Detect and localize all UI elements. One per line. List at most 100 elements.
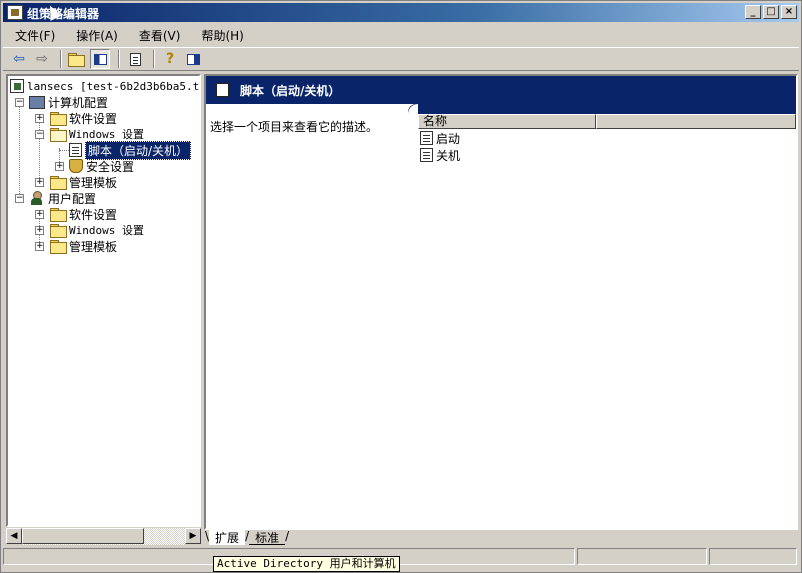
tab-extended[interactable]: 扩展 — [209, 529, 246, 545]
list-item-label: 启动 — [436, 131, 461, 146]
tree-security[interactable]: 安全设置 — [69, 158, 134, 174]
tree-computer-config-label: 计算机配置 — [48, 95, 109, 110]
expand-software-button[interactable]: + — [35, 114, 44, 123]
script-icon — [69, 143, 82, 157]
forward-button[interactable]: ⇨ — [32, 49, 52, 69]
expand-user-software-button[interactable]: + — [35, 210, 44, 219]
scroll-left-button[interactable]: ◀ — [6, 528, 22, 544]
header-decoration — [408, 104, 796, 114]
console-tree[interactable]: lansecs [test-6b2d3b6ba5.test] − 计算机配置 +… — [6, 74, 201, 527]
tree-computer-software[interactable]: 软件设置 — [50, 110, 117, 126]
column-header-name[interactable]: 名称 — [418, 114, 596, 129]
expand-user-windows-button[interactable]: + — [35, 226, 44, 235]
tree-connector — [59, 150, 69, 151]
expand-security-button[interactable]: + — [55, 162, 64, 171]
export-list-button[interactable] — [125, 49, 145, 69]
maximize-button[interactable]: □ — [763, 5, 779, 19]
menu-bar: 文件(F) 操作(A) 查看(V) 帮助(H) — [3, 25, 799, 45]
description-text: 选择一个项目来查看它的描述。 — [210, 120, 379, 134]
toolbar-separator — [153, 50, 155, 68]
folder-icon — [50, 176, 67, 190]
details-header: 脚本（启动/关机） — [206, 76, 796, 104]
tree-user-admin-label: 管理模板 — [69, 239, 118, 254]
toolbar: ⇦ ⇨ ? — [3, 47, 799, 71]
help-button[interactable]: ? — [160, 49, 180, 69]
menu-action[interactable]: 操作(A) — [64, 25, 127, 45]
security-settings-icon — [69, 159, 83, 173]
tree-user-software[interactable]: 软件设置 — [50, 206, 117, 222]
toolbar-separator — [118, 50, 120, 68]
tab-standard[interactable]: 标准 — [249, 529, 286, 545]
policy-icon — [10, 79, 24, 93]
list-item[interactable]: 关机 — [420, 147, 460, 163]
tree-root[interactable]: lansecs [test-6b2d3b6ba5.test] — [10, 78, 200, 94]
script-icon — [420, 131, 433, 145]
folder-icon — [50, 240, 67, 254]
expand-admin-templates-button[interactable]: + — [35, 178, 44, 187]
status-panel — [709, 548, 797, 565]
user-icon — [29, 191, 45, 205]
minimize-button[interactable]: _ — [745, 5, 761, 19]
tree-security-label: 安全设置 — [86, 159, 135, 174]
folder-open-icon — [50, 128, 67, 142]
tree-connector — [39, 116, 40, 180]
script-icon — [420, 148, 433, 162]
menu-view[interactable]: 查看(V) — [127, 25, 190, 45]
tooltip: Active Directory 用户和计算机 — [213, 556, 400, 572]
back-button[interactable]: ⇦ — [9, 49, 29, 69]
tree-connector — [19, 100, 20, 196]
tree-horizontal-scrollbar[interactable]: ◀ ▶ — [6, 528, 201, 545]
tree-user-software-label: 软件设置 — [69, 207, 118, 222]
export-list-icon — [129, 52, 141, 66]
column-header-spacer — [596, 114, 796, 129]
scroll-thumb[interactable] — [22, 528, 144, 544]
collapse-computer-config-button[interactable]: − — [15, 98, 24, 107]
title-bar[interactable]: 组策略编辑器 _ □ × — [3, 3, 799, 22]
tree-computer-admin-label: 管理模板 — [69, 175, 118, 190]
expand-user-admin-button[interactable]: + — [35, 242, 44, 251]
console-button[interactable] — [183, 49, 203, 69]
tree-computer-admin[interactable]: 管理模板 — [50, 174, 117, 190]
window-title: 组策略编辑器 — [27, 7, 100, 21]
tab-edge: / — [285, 529, 290, 543]
help-icon: ? — [165, 51, 175, 67]
arrow-right-icon: ⇨ — [36, 51, 48, 67]
tree-user-windows-label: Windows 设置 — [69, 224, 144, 237]
gpedit-app-icon — [7, 5, 23, 20]
collapse-windows-settings-button[interactable]: − — [35, 130, 44, 139]
list-item-label: 关机 — [436, 148, 461, 163]
folder-icon — [50, 208, 67, 222]
tree-user-config-label: 用户配置 — [48, 191, 97, 206]
tree-user-windows[interactable]: Windows 设置 — [50, 222, 144, 238]
arrow-left-icon: ⇦ — [13, 51, 25, 67]
view-tabs: \ 扩展 / 标准 / — [205, 529, 289, 545]
menu-help[interactable]: 帮助(H) — [189, 25, 252, 45]
tree-computer-config[interactable]: 计算机配置 — [29, 94, 108, 110]
status-bar — [3, 548, 799, 566]
list-item[interactable]: 启动 — [420, 130, 460, 146]
folder-icon — [50, 112, 67, 126]
scroll-right-button[interactable]: ▶ — [185, 528, 201, 544]
up-one-level-button[interactable] — [67, 49, 87, 69]
scroll-track[interactable] — [22, 528, 185, 545]
list-header: 名称 — [418, 114, 796, 129]
tree-user-admin[interactable]: 管理模板 — [50, 238, 117, 254]
show-hide-tree-button[interactable] — [90, 49, 110, 69]
computer-icon — [29, 95, 45, 109]
collapse-user-config-button[interactable]: − — [15, 194, 24, 203]
tree-root-label: lansecs [test-6b2d3b6ba5.test] — [27, 79, 200, 93]
close-button[interactable]: × — [781, 5, 797, 19]
menu-file[interactable]: 文件(F) — [3, 25, 64, 45]
show-hide-tree-icon — [93, 53, 107, 65]
tree-user-config[interactable]: 用户配置 — [29, 190, 96, 206]
tree-scripts[interactable]: 脚本（启动/关机） — [69, 140, 192, 160]
toolbar-separator — [60, 50, 62, 68]
folder-icon — [50, 224, 67, 238]
console-icon — [186, 53, 200, 65]
gpedit-window: 组策略编辑器 _ □ × 文件(F) 操作(A) 查看(V) 帮助(H) ⇦ ⇨… — [0, 0, 802, 573]
tree-computer-software-label: 软件设置 — [69, 111, 118, 126]
folder-up-icon — [67, 53, 85, 67]
details-pane: 脚本（启动/关机） 选择一个项目来查看它的描述。 名称 启动 关机 — [204, 74, 798, 530]
status-panel — [577, 548, 707, 565]
details-title: 脚本（启动/关机） — [240, 84, 341, 98]
